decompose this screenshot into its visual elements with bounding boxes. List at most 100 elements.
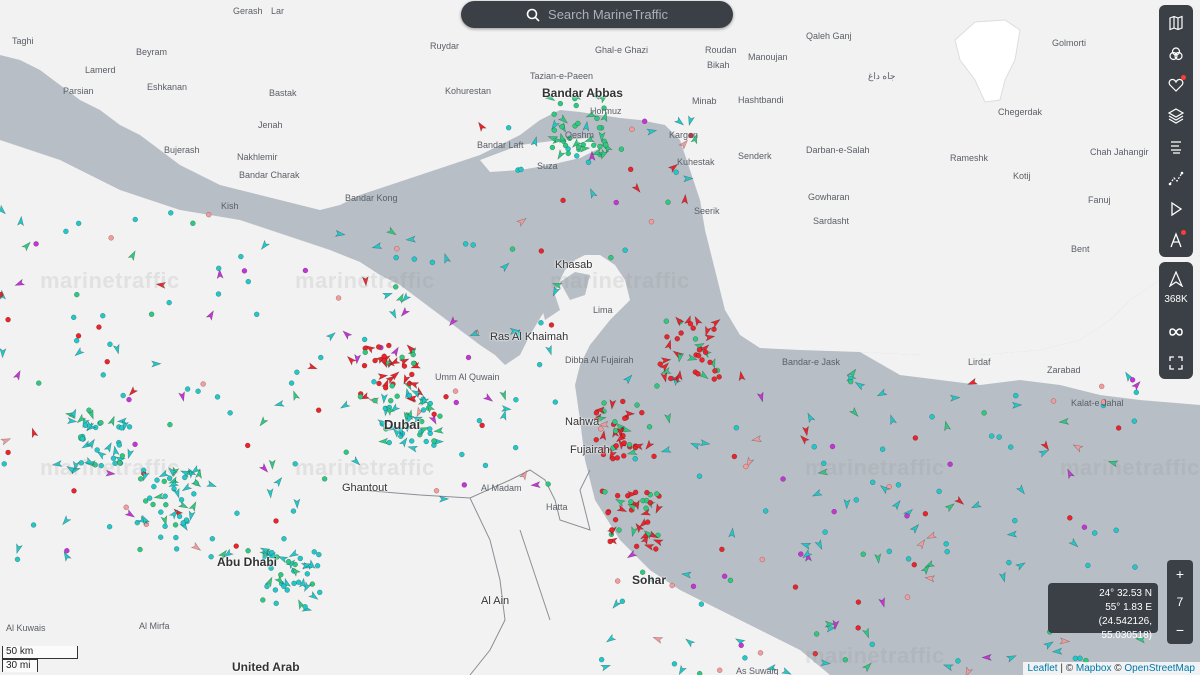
vessel-marker[interactable] — [453, 399, 460, 406]
vessel-marker[interactable] — [727, 577, 734, 584]
vessel-marker[interactable] — [505, 124, 512, 131]
vessel-marker[interactable] — [738, 642, 744, 649]
vessel-marker[interactable] — [166, 299, 172, 306]
vessel-marker[interactable] — [707, 359, 713, 366]
vessel-marker[interactable] — [1013, 392, 1019, 399]
vessel-marker[interactable] — [462, 241, 469, 247]
vessel-marker[interactable] — [628, 499, 634, 505]
vessel-marker[interactable] — [674, 335, 681, 342]
vessel-marker[interactable] — [651, 453, 657, 460]
vessel-marker[interactable] — [64, 548, 70, 554]
vessel-marker[interactable] — [157, 534, 164, 540]
vessel-marker[interactable] — [548, 322, 555, 328]
vessel-marker[interactable] — [86, 407, 92, 413]
city-label[interactable]: United Arab — [232, 660, 300, 674]
vessel-marker[interactable] — [409, 371, 415, 378]
vessel-marker[interactable] — [1115, 425, 1122, 431]
vessel-marker[interactable] — [278, 572, 284, 578]
vessel-marker[interactable] — [648, 218, 655, 225]
vessel-marker[interactable] — [647, 499, 654, 506]
vessel-marker[interactable] — [297, 555, 304, 562]
vessel-marker[interactable] — [1006, 559, 1012, 566]
vessel-marker[interactable] — [315, 407, 322, 413]
vessel-marker[interactable] — [538, 320, 544, 326]
vessel-marker[interactable] — [895, 482, 902, 488]
vessel-marker[interactable] — [1077, 655, 1083, 662]
vessel-marker[interactable] — [855, 599, 862, 605]
vessel-marker[interactable] — [654, 383, 660, 389]
vessel-marker[interactable] — [452, 388, 459, 394]
vessel-marker[interactable] — [5, 316, 11, 323]
vessel-marker[interactable] — [733, 425, 740, 431]
vessel-marker[interactable] — [285, 558, 292, 565]
vessel-marker[interactable] — [696, 670, 703, 675]
vessel-marker[interactable] — [695, 352, 702, 359]
vessel-marker[interactable] — [559, 123, 565, 130]
vessel-marker[interactable] — [665, 199, 671, 205]
vessel-marker[interactable] — [335, 295, 342, 301]
vessel-marker[interactable] — [644, 489, 650, 496]
search-bar[interactable]: Search MarineTraffic — [461, 1, 733, 28]
vessel-marker[interactable] — [100, 372, 107, 378]
vessel-marker[interactable] — [184, 386, 191, 392]
vessel-marker[interactable] — [476, 417, 483, 424]
vessel-marker[interactable] — [459, 451, 465, 458]
vessel-marker[interactable] — [1085, 562, 1091, 569]
vessel-marker[interactable] — [798, 551, 804, 557]
vessel-marker[interactable] — [304, 571, 311, 577]
vessel-marker[interactable] — [205, 211, 212, 218]
vessel-marker[interactable] — [602, 142, 609, 148]
vessel-marker[interactable] — [981, 410, 987, 416]
filters-button[interactable] — [1159, 38, 1193, 69]
vessel-marker[interactable] — [309, 581, 316, 587]
vessel-marker[interactable] — [386, 439, 392, 446]
vessel-marker[interactable] — [698, 601, 705, 607]
map-canvas[interactable]: marinetraffic marinetraffic marinetraffi… — [0, 0, 1200, 675]
vessel-marker[interactable] — [195, 388, 201, 395]
vessel-marker[interactable] — [399, 354, 405, 361]
vessel-marker[interactable] — [996, 434, 1002, 440]
vessel-marker[interactable] — [389, 383, 395, 389]
vessel-marker[interactable] — [904, 594, 911, 600]
city-label[interactable]: Abu Dhabi — [217, 555, 277, 569]
zoom-in-button[interactable]: + — [1167, 560, 1193, 588]
vessel-marker[interactable] — [853, 497, 860, 503]
vessel-marker[interactable] — [742, 655, 748, 661]
vessel-marker[interactable] — [716, 667, 723, 674]
vessel-marker[interactable] — [621, 440, 627, 446]
vessel-marker[interactable] — [163, 501, 169, 508]
vessel-marker[interactable] — [557, 100, 564, 107]
vessel-marker[interactable] — [375, 344, 382, 350]
vessel-marker[interactable] — [627, 166, 634, 173]
vessel-marker[interactable] — [671, 661, 678, 667]
vessel-marker[interactable] — [545, 481, 551, 487]
vessel-marker[interactable] — [607, 538, 613, 545]
vessel-marker[interactable] — [643, 505, 649, 512]
vessel-marker[interactable] — [394, 393, 400, 399]
vessel-marker[interactable] — [549, 144, 556, 151]
measure-button[interactable] — [1159, 162, 1193, 193]
vessel-marker[interactable] — [443, 393, 449, 400]
vessel-marker[interactable] — [394, 245, 400, 252]
vessel-marker[interactable] — [118, 425, 125, 431]
vessel-marker[interactable] — [429, 259, 436, 266]
vessel-marker[interactable] — [123, 504, 129, 511]
vessel-marker[interactable] — [633, 543, 640, 550]
leaflet-link[interactable]: Leaflet — [1028, 663, 1058, 674]
vessel-marker[interactable] — [518, 166, 524, 173]
vessel-marker[interactable] — [616, 527, 622, 533]
vessel-marker[interactable] — [214, 394, 221, 400]
vessel-marker[interactable] — [911, 562, 918, 568]
vessel-marker[interactable] — [386, 342, 392, 349]
vessel-marker[interactable] — [482, 462, 489, 469]
vessel-marker[interactable] — [847, 378, 854, 385]
vessel-marker[interactable] — [14, 556, 21, 563]
vessel-marker[interactable] — [574, 153, 580, 159]
vessel-marker[interactable] — [291, 580, 297, 587]
vessel-marker[interactable] — [912, 435, 919, 441]
vessel-marker[interactable] — [314, 562, 321, 569]
vessel-marker[interactable] — [1072, 655, 1079, 662]
vessel-marker[interactable] — [634, 402, 640, 408]
vessel-marker[interactable] — [536, 361, 543, 368]
vessel-marker[interactable] — [721, 573, 728, 580]
